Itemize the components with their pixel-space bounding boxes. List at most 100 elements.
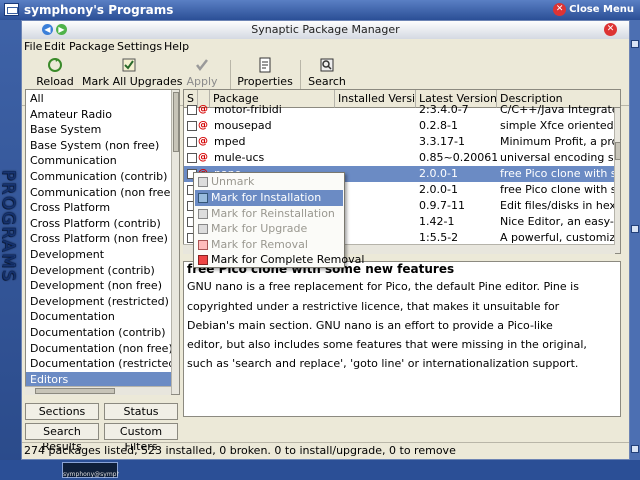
package-checkbox[interactable] [187, 105, 197, 115]
section-item[interactable]: Communication (non free) [26, 185, 175, 201]
section-item[interactable]: Development (restricted) [26, 294, 171, 310]
desktop-widget-icon[interactable] [631, 225, 639, 233]
package-checkbox[interactable] [187, 121, 197, 131]
description-line: such as 'search and replace', 'goto line… [187, 357, 579, 370]
section-item[interactable]: Documentation (restricted) [26, 356, 179, 372]
section-item[interactable]: Documentation (contrib) [26, 325, 171, 341]
desktop-widget-icon[interactable] [631, 40, 639, 48]
package-name-cell: mped [214, 135, 246, 148]
package-name-cell: motor-fribidi [214, 103, 282, 116]
section-item[interactable]: Cross Platform (non free) [26, 231, 171, 247]
package-name-cell: mule-ucs [214, 151, 265, 164]
package-row[interactable]: @ mped 3.3.17-1 Minimum Profit, a progra [184, 134, 614, 150]
close-icon: ✕ [553, 2, 567, 16]
description-line: editor, but also includes some features … [187, 338, 587, 351]
section-item[interactable]: Amateur Radio [26, 107, 171, 123]
search-label: Search [308, 75, 346, 88]
menu-edit[interactable]: Edit [44, 39, 65, 54]
package-desc-cell: free Pico clone with some [500, 183, 614, 196]
right-desktop-strip [630, 20, 640, 460]
menu-help[interactable]: Help [164, 39, 189, 54]
description-line: Debian's main section. GNU nano is an ef… [187, 319, 553, 332]
custom-filters-button[interactable]: Custom Filters [104, 423, 178, 453]
package-context-menu: Unmark Mark for Installation Mark for Re… [193, 172, 364, 268]
package-desc-cell: Minimum Profit, a progra [500, 135, 614, 148]
menu-settings[interactable]: Settings [117, 39, 162, 54]
section-item[interactable]: Development (contrib) [26, 263, 171, 279]
checkmark-icon [196, 59, 208, 72]
programs-side-label: PROGRAMS [0, 170, 19, 284]
menu-item-label: Mark for Upgrade [211, 222, 308, 235]
section-item[interactable]: Cross Platform (contrib) [26, 216, 171, 232]
package-latest-cell: 1.42-1 [419, 215, 455, 228]
package-desc-cell: universal encoding syste [500, 151, 614, 164]
menu-item-mark-upgrade[interactable]: Mark for Upgrade [195, 221, 343, 237]
menu-item-mark-reinstallation[interactable]: Mark for Reinstallation [195, 206, 343, 222]
description-line: GNU nano is a free replacement for Pico,… [187, 280, 579, 293]
reload-icon [48, 58, 62, 72]
debian-logo-icon: @ [198, 136, 208, 147]
window-titlebar: ◀ ▶ Synaptic Package Manager ✕ [22, 21, 629, 39]
section-item[interactable]: All [26, 91, 171, 107]
package-checkbox[interactable] [187, 137, 197, 147]
scrollbar-thumb[interactable] [173, 92, 179, 152]
sections-vertical-scrollbar[interactable] [171, 90, 179, 394]
menu-item-label: Mark for Complete Removal [211, 253, 365, 266]
package-row[interactable]: @ mule-ucs 0.85~0.200611 universal encoding… [184, 150, 614, 166]
debian-logo-icon: @ [198, 104, 208, 115]
section-item[interactable]: Documentation [26, 309, 171, 325]
sections-filter-button[interactable]: Sections [25, 403, 99, 420]
status-bar: 274 packages listed, 523 installed, 0 br… [22, 442, 629, 459]
taskbar-window-thumbnail[interactable]: symphony@symph [62, 462, 119, 478]
scrollbar-thumb[interactable] [35, 388, 115, 394]
package-vertical-scrollbar[interactable] [614, 108, 620, 253]
package-row[interactable]: @ mousepad 0.2.8-1 simple Xfce oriented tex… [184, 118, 614, 134]
window-title: Synaptic Package Manager [251, 23, 400, 36]
package-latest-cell: 2.0.0-1 [419, 183, 458, 196]
sections-horizontal-scrollbar[interactable] [25, 386, 171, 395]
section-item[interactable]: Cross Platform [26, 200, 171, 216]
close-menu-label: Close Menu [569, 4, 634, 15]
description-line: copyrighted under a restrictive licence,… [187, 300, 560, 313]
package-desc-cell: Edit files/disks in hex, AS [500, 199, 614, 212]
section-item[interactable]: Communication [26, 153, 171, 169]
status-filter-button[interactable]: Status [104, 403, 178, 420]
unmark-icon [198, 177, 208, 187]
menu-file[interactable]: File [24, 39, 42, 54]
menu-item-label: Mark for Removal [211, 238, 308, 251]
properties-icon [259, 57, 271, 73]
debian-logo-icon: @ [198, 152, 208, 163]
section-item[interactable]: Development [26, 247, 171, 263]
purge-icon [198, 255, 208, 265]
menu-package[interactable]: Package [69, 39, 115, 54]
menubar: File Edit Package Settings Help [22, 39, 629, 54]
section-item[interactable]: Communication (contrib) [26, 169, 171, 185]
package-row[interactable]: @ motor-fribidi 2:3.4.0-7 C/C++/Java Integr… [184, 102, 614, 118]
menu-item-mark-removal[interactable]: Mark for Removal [195, 237, 343, 253]
desktop-menu-title: symphony's Programs [24, 3, 174, 17]
desktop-widget-icon[interactable] [631, 445, 639, 453]
menu-item-unmark[interactable]: Unmark [195, 174, 343, 190]
close-menu-button[interactable]: ✕ Close Menu [553, 2, 634, 18]
forward-arrow-icon[interactable]: ▶ [56, 24, 67, 35]
search-results-button[interactable]: Search Results [25, 423, 99, 453]
menu-item-mark-complete-removal[interactable]: Mark for Complete Removal [195, 252, 364, 268]
package-checkbox[interactable] [187, 153, 197, 163]
window-close-button[interactable]: ✕ [604, 23, 617, 36]
menu-item-mark-installation[interactable]: Mark for Installation [195, 190, 343, 206]
reinstall-icon [198, 209, 208, 219]
section-item[interactable]: Documentation (non free) [26, 341, 173, 357]
sections-list[interactable]: All Amateur Radio Base System Base System (… [25, 89, 180, 395]
search-icon [320, 58, 334, 72]
back-arrow-icon[interactable]: ◀ [42, 24, 53, 35]
package-desc-cell: C/C++/Java Integrated D [500, 103, 614, 116]
package-desc-cell: simple Xfce oriented text [500, 119, 614, 132]
section-item[interactable]: Base System (non free) [26, 138, 171, 154]
upgrade-icon [198, 224, 208, 234]
remove-icon [198, 240, 208, 250]
taskbar-thumb-label: symphony@symph [63, 471, 119, 478]
scrollbar-thumb[interactable] [615, 142, 620, 160]
apply-label: Apply [186, 75, 218, 88]
section-item[interactable]: Development (non free) [26, 278, 171, 294]
section-item[interactable]: Base System [26, 122, 171, 138]
